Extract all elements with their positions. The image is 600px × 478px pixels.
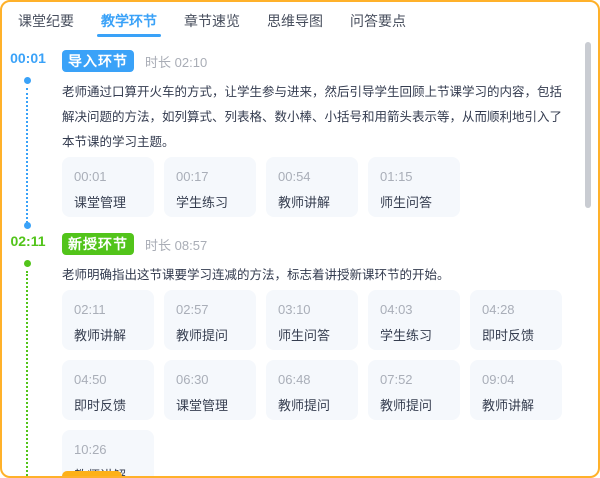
event-time: 10:26 (74, 442, 107, 457)
event-card[interactable]: 01:15 师生问答 (368, 157, 460, 217)
event-time: 06:30 (176, 372, 209, 387)
event-label: 即时反馈 (74, 398, 127, 413)
event-card[interactable]: 00:17 学生练习 (164, 157, 256, 217)
event-time: 03:10 (278, 302, 311, 317)
segment-section: 02:11 新授环节 时长 08:57 老师明确指出这节课要学习连减的方法，标志… (2, 233, 598, 476)
event-time: 01:15 (380, 169, 413, 184)
event-label: 即时反馈 (482, 328, 535, 343)
event-card[interactable]: 03:10 师生问答 (266, 290, 358, 350)
event-label: 教师提问 (278, 398, 331, 413)
segment-body: 导入环节 时长 02:10 老师通过口算开火车的方式，让学生参与进来，然后引导学… (62, 50, 598, 217)
tab-4[interactable]: 问答要点 (350, 13, 406, 37)
event-card-grid: 00:01 课堂管理 00:17 学生练习 00:54 教师讲解 01:15 师… (62, 157, 570, 217)
event-card[interactable]: 06:30 课堂管理 (164, 360, 256, 420)
segment-rail: 00:01 (2, 50, 62, 229)
event-label: 师生问答 (380, 195, 433, 210)
segment-rail: 02:11 (2, 233, 62, 476)
teaching-segments-panel: 课堂纪要 教学环节 章节速览 思维导图 问答要点 00:01 导入环节 时长 02:10… (0, 0, 600, 478)
event-label: 课堂管理 (176, 398, 229, 413)
timeline-dot-icon (24, 222, 31, 229)
event-label: 教师提问 (380, 398, 433, 413)
event-card[interactable]: 09:04 教师讲解 (470, 360, 562, 420)
segment-badge: 导入环节 (62, 50, 134, 72)
next-segment-badge-peek (62, 471, 122, 476)
tab-1[interactable]: 教学环节 (97, 13, 161, 37)
event-card[interactable]: 06:48 教师提问 (266, 360, 358, 420)
duration-prefix: 时长 (145, 54, 172, 70)
tab-bar: 课堂纪要 教学环节 章节速览 思维导图 问答要点 (2, 2, 598, 37)
event-label: 教师讲解 (74, 328, 127, 343)
event-label: 学生练习 (176, 195, 229, 210)
event-time: 00:01 (74, 169, 107, 184)
segment-start-time[interactable]: 02:11 (2, 233, 54, 249)
event-time: 00:54 (278, 169, 311, 184)
event-card[interactable]: 00:54 教师讲解 (266, 157, 358, 217)
timeline-dot-icon (24, 260, 31, 267)
event-time: 00:17 (176, 169, 209, 184)
tab-3[interactable]: 思维导图 (267, 13, 323, 37)
timeline-dotted-line (26, 271, 28, 476)
event-time: 02:11 (74, 302, 106, 317)
tab-2[interactable]: 章节速览 (184, 13, 240, 37)
duration-value: 08:57 (174, 237, 208, 253)
segment-section: 00:01 导入环节 时长 02:10 老师通过口算开火车的方式，让学生参与进来… (2, 50, 598, 229)
event-card-grid: 02:11 教师讲解 02:57 教师提问 03:10 师生问答 04:03 学… (62, 290, 570, 476)
event-card[interactable]: 00:01 课堂管理 (62, 157, 154, 217)
segment-description: 老师通过口算开火车的方式，让学生参与进来，然后引导学生回顾上节课学习的内容，包括… (62, 85, 563, 149)
tab-0[interactable]: 课堂纪要 (18, 13, 74, 37)
segment-start-time[interactable]: 00:01 (2, 50, 54, 66)
segment-duration: 时长 08:57 (145, 235, 207, 254)
event-time: 04:50 (74, 372, 107, 387)
event-time: 06:48 (278, 372, 311, 387)
event-label: 师生问答 (278, 328, 331, 343)
event-card[interactable]: 02:57 教师提问 (164, 290, 256, 350)
segment-duration: 时长 02:10 (145, 52, 207, 71)
duration-value: 02:10 (174, 54, 208, 70)
event-card[interactable]: 04:50 即时反馈 (62, 360, 154, 420)
segment-header: 导入环节 时长 02:10 (62, 50, 570, 72)
event-time: 04:03 (380, 302, 413, 317)
event-time: 07:52 (380, 372, 413, 387)
segment-header: 新授环节 时长 08:57 (62, 233, 570, 255)
segment-timeline: 00:01 导入环节 时长 02:10 老师通过口算开火车的方式，让学生参与进来… (2, 37, 598, 476)
event-label: 教师提问 (176, 328, 229, 343)
event-label: 教师讲解 (278, 195, 331, 210)
event-card[interactable]: 02:11 教师讲解 (62, 290, 154, 350)
event-label: 教师讲解 (482, 398, 535, 413)
event-time: 02:57 (176, 302, 209, 317)
timeline-dotted-line (26, 88, 28, 227)
scrollbar-thumb[interactable] (585, 42, 591, 208)
segment-description: 老师明确指出这节课要学习连减的方法，标志着讲授新课环节的开始。 (62, 268, 450, 282)
event-card[interactable]: 04:03 学生练习 (368, 290, 460, 350)
timeline-dot-icon (24, 77, 31, 84)
event-time: 09:04 (482, 372, 515, 387)
event-card[interactable]: 07:52 教师提问 (368, 360, 460, 420)
event-label: 学生练习 (380, 328, 433, 343)
duration-prefix: 时长 (145, 237, 172, 253)
event-label: 课堂管理 (74, 195, 127, 210)
event-time: 04:28 (482, 302, 515, 317)
segment-badge: 新授环节 (62, 233, 134, 255)
segment-body: 新授环节 时长 08:57 老师明确指出这节课要学习连减的方法，标志着讲授新课环… (62, 233, 598, 476)
event-card[interactable]: 04:28 即时反馈 (470, 290, 562, 350)
